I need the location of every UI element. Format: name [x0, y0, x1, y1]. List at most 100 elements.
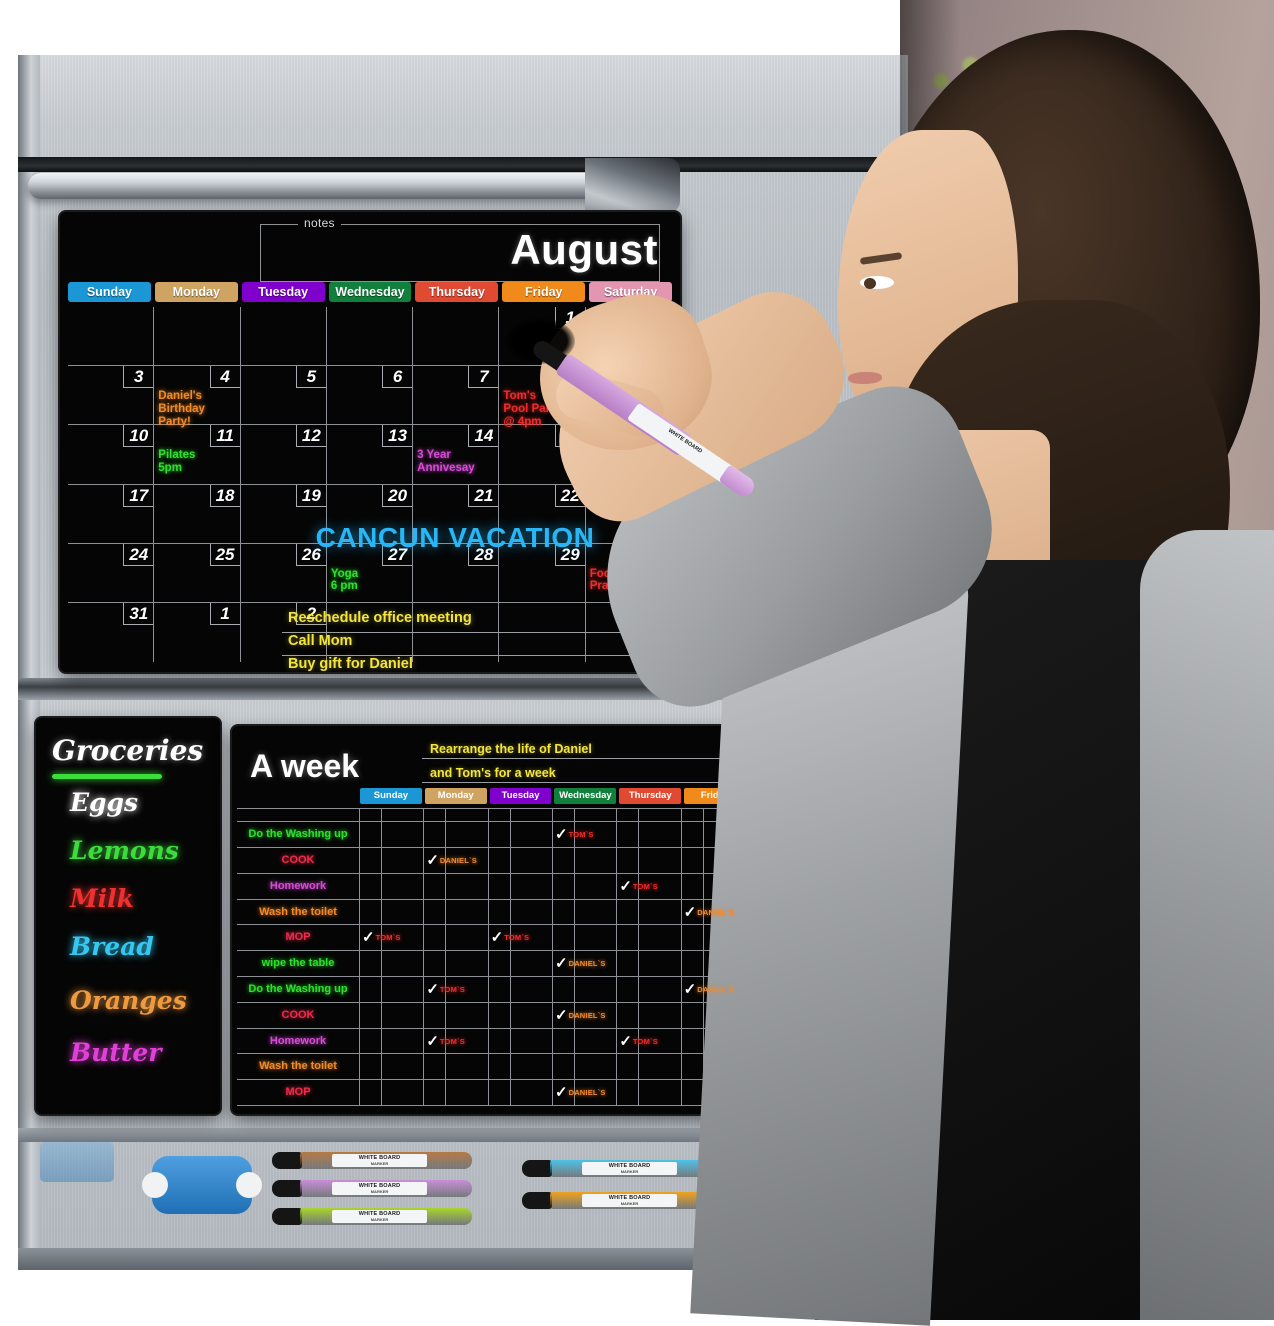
calendar-note-line[interactable]: Call Mom — [282, 633, 672, 656]
chore-cell[interactable] — [617, 951, 682, 978]
chore-cell[interactable] — [617, 925, 682, 952]
chore-cell[interactable] — [617, 848, 682, 874]
calendar-cell[interactable]: 21 — [413, 484, 500, 544]
chore-cell[interactable] — [681, 1054, 746, 1081]
chore-cell[interactable] — [617, 809, 682, 823]
calendar-cell[interactable]: 1 — [154, 602, 241, 662]
chore-cell[interactable] — [360, 809, 425, 823]
calendar-cell[interactable] — [413, 307, 500, 367]
calendar-cell[interactable] — [68, 307, 155, 367]
chore-cell[interactable]: ✓ DANIEL`S — [424, 848, 489, 874]
chore-cell[interactable] — [488, 822, 553, 849]
brown-marker[interactable]: WHITE BOARD MARKER — [272, 1152, 472, 1169]
monthly-calendar-board[interactable]: notes August Sunday Monday Tuesday Wednesda… — [60, 212, 680, 672]
calendar-note-line[interactable]: Buy gift for Daniel — [282, 656, 672, 672]
whiteboard-eraser[interactable] — [142, 1156, 262, 1214]
chore-cell[interactable] — [360, 1080, 425, 1106]
groceries-board[interactable]: Groceries Eggs Lemons Milk Bread Oranges Butt… — [36, 718, 220, 1114]
calendar-cell[interactable]: 10 — [68, 425, 155, 485]
chore-cell[interactable] — [488, 1054, 553, 1081]
calendar-cell[interactable]: 26 — [240, 543, 327, 603]
calendar-cell[interactable]: 29 — [499, 543, 586, 603]
chore-cell[interactable]: ✓ DANIEL`S — [681, 899, 746, 926]
calendar-cell[interactable]: 2 Eye doctor @p... — [585, 307, 672, 367]
chore-cell[interactable] — [424, 822, 489, 849]
chore-cell[interactable] — [360, 977, 425, 1003]
calendar-cell[interactable]: 25 — [154, 543, 241, 603]
chore-cell[interactable] — [617, 1080, 682, 1106]
calendar-cell[interactable]: 27 Yoga 6 pm — [326, 543, 414, 603]
chore-cell[interactable] — [681, 951, 746, 978]
calendar-cell[interactable] — [154, 307, 241, 367]
chore-cell[interactable] — [681, 809, 746, 823]
chore-cell[interactable] — [488, 873, 553, 900]
calendar-cell[interactable]: 24 — [68, 543, 155, 603]
chore-cell[interactable] — [681, 873, 746, 900]
chore-cell[interactable] — [424, 951, 489, 978]
chore-cell[interactable] — [553, 809, 618, 823]
chore-cell[interactable] — [360, 873, 425, 900]
chore-cell[interactable]: ✓ TOM`S — [360, 925, 425, 952]
calendar-cell[interactable]: 15 — [499, 425, 586, 485]
calendar-cell[interactable]: 17 — [68, 484, 155, 544]
refrigerator-handle[interactable] — [28, 173, 668, 199]
chore-cell[interactable] — [360, 899, 425, 926]
calendar-cell[interactable]: 30 Football Practice — [585, 543, 672, 603]
chore-cell[interactable] — [488, 848, 553, 874]
chore-cell[interactable]: ✓ TOM`S — [488, 925, 553, 952]
chore-cell[interactable] — [681, 925, 746, 952]
chore-cell[interactable] — [553, 848, 618, 874]
chore-cell[interactable] — [681, 848, 746, 874]
chore-cell[interactable] — [360, 1028, 425, 1055]
chore-cell[interactable] — [617, 822, 682, 849]
chore-cell[interactable] — [553, 977, 618, 1003]
chore-cell[interactable] — [553, 873, 618, 900]
purple-marker[interactable]: WHITE BOARD MARKER — [272, 1180, 472, 1197]
chore-cell[interactable] — [488, 899, 553, 926]
calendar-cell[interactable]: 4 Daniel's Birthday Party! — [154, 366, 241, 428]
chore-cell[interactable] — [681, 1002, 746, 1029]
chore-cell[interactable] — [617, 1054, 682, 1081]
chore-cell[interactable]: ✓ TOM`S — [424, 1028, 489, 1055]
chore-cell[interactable] — [424, 873, 489, 900]
chore-cell[interactable] — [681, 1080, 746, 1106]
chore-cell[interactable] — [488, 977, 553, 1003]
chore-cell[interactable]: ✓ DANIEL`S — [553, 951, 618, 978]
chore-cell[interactable] — [681, 822, 746, 849]
calendar-cell[interactable]: 31 — [68, 602, 155, 662]
chore-cell[interactable] — [617, 899, 682, 926]
calendar-cell[interactable]: 20 — [326, 484, 414, 544]
chore-cell[interactable] — [360, 1054, 425, 1081]
calendar-cell[interactable]: 22 — [499, 484, 586, 544]
chore-cell[interactable]: ✓ DANIEL`S — [553, 1002, 618, 1029]
chore-cell[interactable]: ✓ TOM`S — [553, 822, 618, 849]
chore-cell[interactable] — [424, 809, 489, 823]
chore-cell[interactable] — [360, 822, 425, 849]
calendar-cell[interactable]: 11 Pilates 5pm — [154, 425, 241, 485]
chore-cell[interactable]: ✓ DANIEL`S — [681, 977, 746, 1003]
calendar-cell[interactable]: 5 — [240, 366, 327, 426]
chore-cell[interactable]: ✓ TOM`S — [617, 873, 682, 900]
chore-cell[interactable] — [424, 1054, 489, 1081]
chore-cell[interactable] — [617, 977, 682, 1003]
chore-cell[interactable] — [488, 951, 553, 978]
chore-cell[interactable] — [553, 899, 618, 926]
chore-cell[interactable]: ✓ TOM`S — [424, 977, 489, 1003]
chore-cell[interactable] — [424, 925, 489, 952]
chore-cell[interactable] — [553, 1054, 618, 1081]
chore-cell[interactable] — [424, 899, 489, 926]
blue-marker[interactable]: WHITE BOARD MARKER — [522, 1160, 727, 1177]
green-marker[interactable]: WHITE BOARD MARKER — [272, 1208, 472, 1225]
calendar-notes-list[interactable]: Reschedule office meeting Call Mom Buy gif… — [282, 610, 672, 672]
calendar-cell[interactable] — [240, 307, 327, 367]
chore-cell[interactable] — [360, 1002, 425, 1029]
chore-cell[interactable] — [424, 1002, 489, 1029]
chore-cell[interactable] — [488, 1080, 553, 1106]
calendar-cell[interactable]: 3 — [68, 366, 155, 426]
calendar-cell[interactable]: 14 3 Year Annivesay — [413, 425, 500, 485]
chore-cell[interactable] — [488, 1002, 553, 1029]
chore-cell[interactable] — [360, 848, 425, 874]
chore-cell[interactable] — [553, 925, 618, 952]
chore-cell[interactable] — [488, 1028, 553, 1055]
chore-cell[interactable]: ✓ TOM`S — [617, 1028, 682, 1055]
